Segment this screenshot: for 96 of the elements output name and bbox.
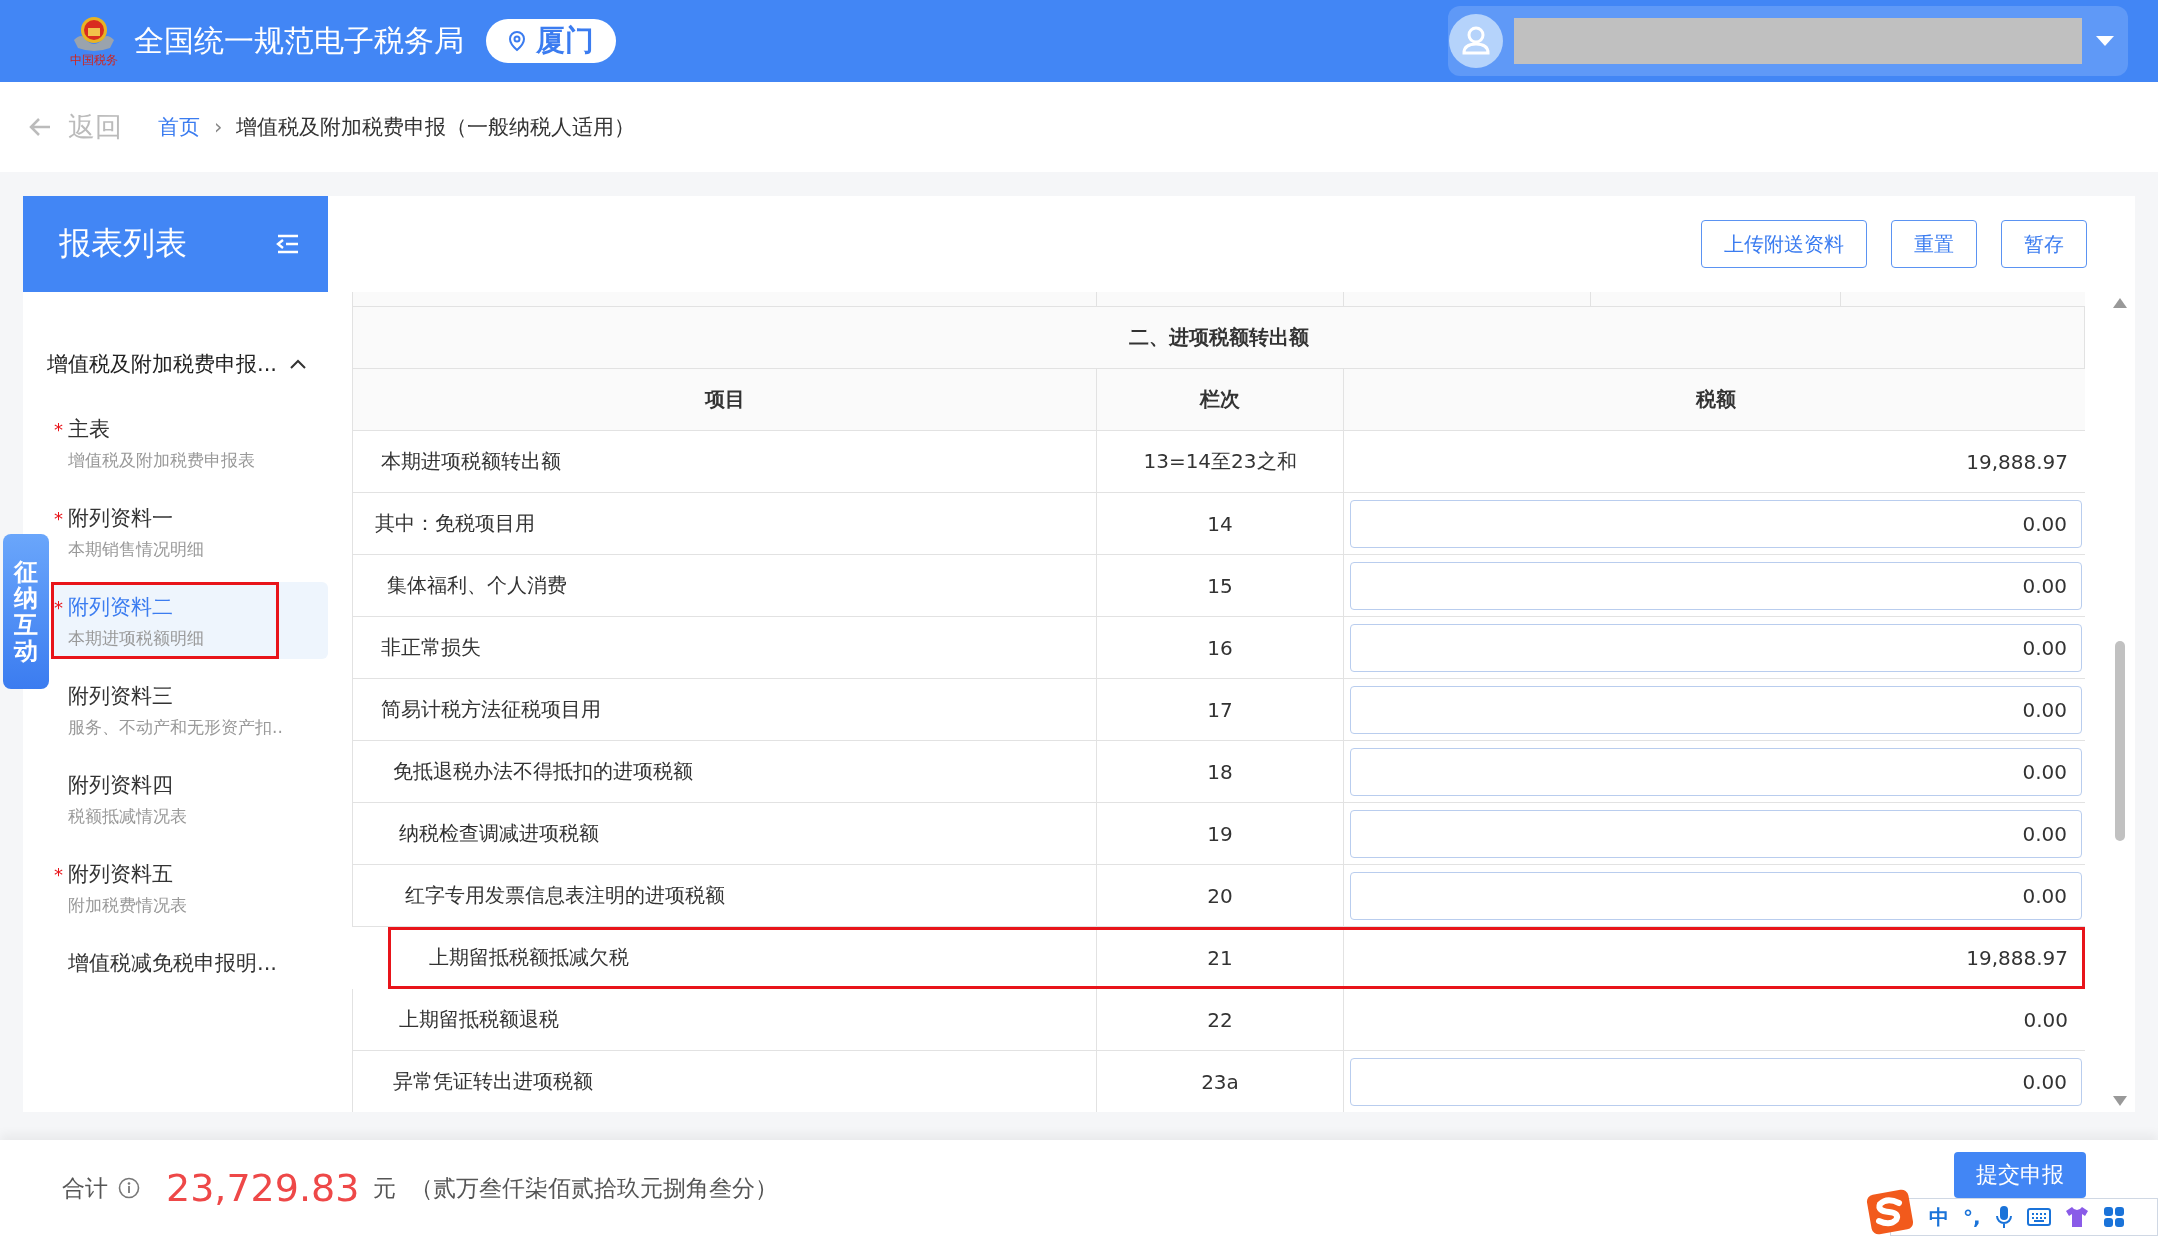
required-mark: *	[54, 508, 64, 529]
info-icon[interactable]	[118, 1177, 140, 1199]
toolbar-button[interactable]: 暂存	[2001, 220, 2087, 268]
amount-cell-text: 19,888.97	[1966, 449, 2069, 474]
sidebar-item[interactable]: * 附列资料五 附加税费情况表	[51, 849, 328, 926]
group-label: 增值税及附加税费申报...	[47, 351, 278, 378]
location-button[interactable]: 厦门	[486, 19, 616, 63]
line-cell: 21	[1207, 945, 1233, 970]
line-cell: 14	[1207, 511, 1233, 536]
caret-down-icon	[2096, 36, 2114, 46]
keyboard-icon[interactable]	[2026, 1208, 2051, 1226]
amount-field[interactable]: 0.00	[1350, 561, 2082, 610]
breadcrumb-separator: ›	[214, 115, 223, 139]
line-cell: 19	[1207, 821, 1233, 846]
sidebar-item[interactable]: * 主表 增值税及附加税费申报表	[51, 404, 328, 481]
item-cell-text: 其中：免税项目用	[374, 510, 535, 537]
sidebar-item[interactable]: * 附列资料二 本期进项税额明细	[51, 582, 328, 659]
amount-in-words: （贰万叁仟柒佰贰拾玖元捌角叁分）	[410, 1173, 779, 1203]
back-arrow-icon	[28, 117, 52, 137]
grid-icon[interactable]	[2102, 1206, 2125, 1228]
item-cell-text: 简易计税方法征税项目用	[380, 696, 601, 723]
location-pin-icon	[508, 30, 526, 52]
collapse-menu-icon[interactable]	[276, 233, 300, 255]
item-cell-text: 非正常损失	[380, 634, 481, 661]
item-subtitle: 本期进项税额明细	[67, 627, 205, 650]
line-cell: 23a	[1201, 1069, 1239, 1094]
ime-punctuation[interactable]: °,	[1963, 1205, 1981, 1229]
item-subtitle: 增值税及附加税费申报表	[67, 449, 256, 472]
item-title: 附列资料五	[68, 861, 173, 888]
line-cell: 15	[1207, 573, 1233, 598]
item-cell-text: 纳税检查调减进项税额	[398, 820, 599, 847]
required-mark: *	[54, 864, 64, 885]
amount-cell-text: 19,888.97	[1966, 945, 2069, 970]
amount-field[interactable]: 0.00	[1350, 809, 2082, 858]
group-header[interactable]: 增值税及附加税费申报...	[23, 292, 328, 404]
item-title: 附列资料三	[68, 683, 173, 710]
item-cell-text: 本期进项税额转出额	[380, 448, 561, 475]
sidebar-item[interactable]: * 附列资料一 本期销售情况明细	[51, 493, 328, 570]
amount-field[interactable]: 0.00	[1350, 1057, 2082, 1106]
required-mark: *	[54, 419, 64, 440]
item-subtitle: 附加税费情况表	[67, 894, 188, 917]
site-title: 全国统一规范电子税务局	[134, 21, 464, 60]
sidebar-title: 报表列表	[59, 223, 187, 264]
line-cell: 13=14至23之和	[1143, 448, 1297, 475]
scrollbar-thumb[interactable]	[2115, 641, 2125, 841]
line-cell: 18	[1207, 759, 1233, 784]
line-cell: 17	[1207, 697, 1233, 722]
total-unit: 元	[373, 1173, 397, 1203]
section-title: 二、进项税额转出额	[1128, 324, 1309, 351]
amount-field[interactable]: 0.00	[1350, 747, 2082, 796]
item-subtitle: 税额抵减情况表	[67, 805, 188, 828]
item-title: 附列资料四	[68, 772, 173, 799]
item-cell-text: 上期留抵税额退税	[398, 1006, 559, 1033]
scroll-down-icon[interactable]	[2113, 1096, 2127, 1106]
sidebar-item[interactable]: 附列资料四 税额抵减情况表	[51, 760, 328, 837]
submit-button[interactable]: 提交申报	[1954, 1152, 2086, 1198]
item-cell-text: 异常凭证转出进项税额	[392, 1068, 593, 1095]
line-cell: 22	[1207, 1007, 1233, 1032]
toolbar-button[interactable]: 上传附送资料	[1701, 220, 1867, 268]
column-header: 项目	[353, 369, 1097, 430]
item-cell-text: 上期留抵税额抵减欠税	[428, 944, 629, 971]
sidebar-item[interactable]: 附列资料三 服务、不动产和无形资产扣..	[51, 671, 328, 748]
line-cell: 20	[1207, 883, 1233, 908]
line-cell: 16	[1207, 635, 1233, 660]
logo-caption: 中国税务	[70, 54, 118, 68]
avatar-icon	[1448, 13, 1504, 69]
scroll-up-icon[interactable]	[2113, 298, 2127, 308]
breadcrumb-link[interactable]: 首页	[158, 113, 200, 141]
amount-field[interactable]: 0.00	[1350, 623, 2082, 672]
item-title: 附列资料一	[68, 505, 173, 532]
amount-field[interactable]: 0.00	[1350, 499, 2082, 548]
item-title: 主表	[68, 416, 110, 443]
item-title: 附列资料二	[68, 594, 173, 621]
toolbar-button[interactable]: 重置	[1891, 220, 1977, 268]
item-cell-text: 免抵退税办法不得抵扣的进项税额	[392, 758, 693, 785]
side-tab[interactable]: 征纳互动	[3, 534, 49, 689]
column-header: 栏次	[1097, 369, 1344, 430]
amount-field[interactable]: 0.00	[1350, 685, 2082, 734]
column-header: 税额	[1344, 369, 2086, 430]
item-cell-text: 集体福利、个人消费	[386, 572, 567, 599]
microphone-icon[interactable]	[1994, 1205, 2013, 1229]
breadcrumb-current: 增值税及附加税费申报（一般纳税人适用）	[236, 114, 636, 141]
sidebar-item[interactable]: 增值税减免税申报明...	[51, 938, 328, 986]
item-subtitle: 本期销售情况明细	[67, 538, 205, 561]
chevron-up-icon	[290, 359, 306, 369]
shirt-icon[interactable]	[2064, 1206, 2089, 1228]
item-title: 增值税减免税申报明...	[68, 950, 278, 977]
ime-mode[interactable]: 中	[1929, 1203, 1949, 1231]
amount-field[interactable]: 0.00	[1350, 871, 2082, 920]
amount-cell-text: 0.00	[2023, 1007, 2069, 1032]
total-label: 合计	[62, 1173, 108, 1203]
item-subtitle: 服务、不动产和无形资产扣..	[67, 716, 284, 739]
user-menu[interactable]	[1448, 6, 2128, 76]
total-amount: 23,729.83	[166, 1166, 360, 1210]
item-cell-text: 红字专用发票信息表注明的进项税额	[404, 882, 725, 909]
required-mark: *	[54, 597, 64, 618]
